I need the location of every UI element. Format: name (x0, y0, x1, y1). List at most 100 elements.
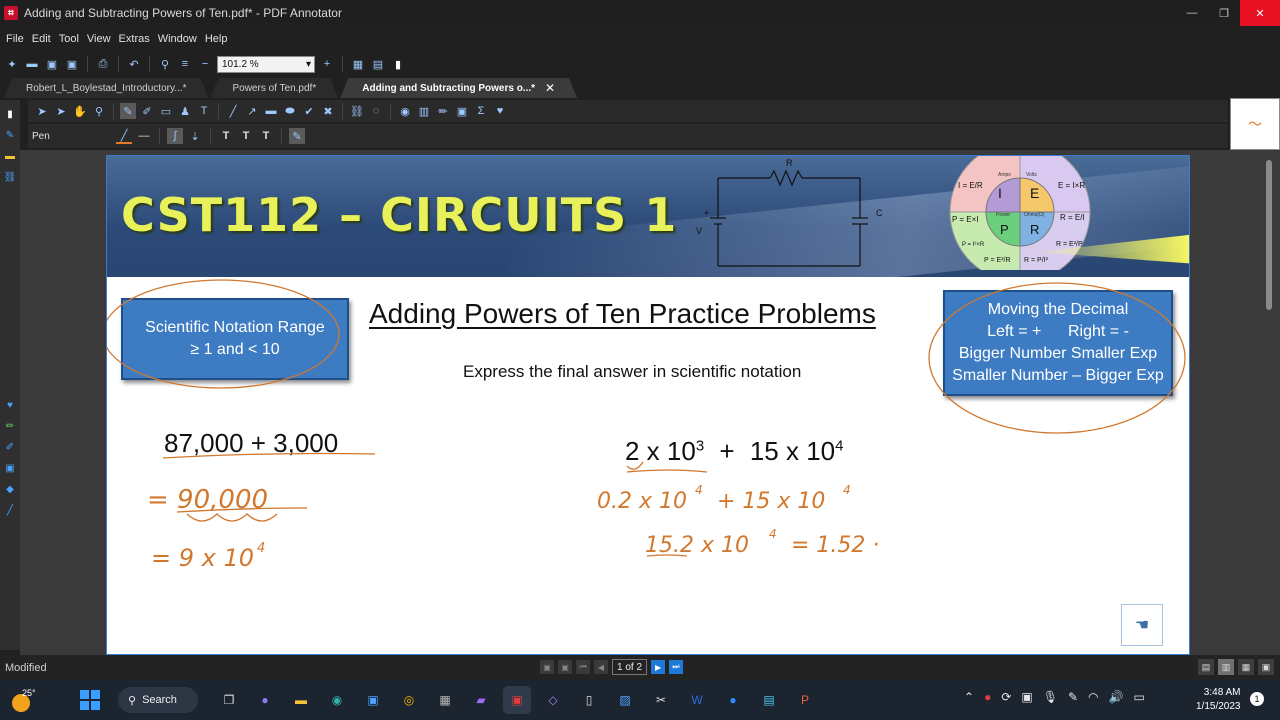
continuous-view-icon[interactable]: ▥ (1218, 659, 1234, 675)
save-as-icon[interactable]: ▣ (64, 56, 80, 72)
tray-sync-icon[interactable]: ⟳ (1001, 690, 1011, 704)
start-button[interactable] (80, 690, 100, 710)
pen-tray-icon[interactable]: ✎ (1068, 690, 1078, 704)
ellipse-tool-icon[interactable]: ⬬ (282, 103, 298, 119)
image-sidebar-icon[interactable]: ▣ (3, 461, 17, 475)
microsoft-store-icon[interactable]: ▣ (359, 686, 387, 714)
italic-style-button[interactable]: T (238, 128, 254, 144)
teams-chat-icon[interactable]: ● (251, 686, 279, 714)
line-sidebar-icon[interactable]: ╱ (3, 503, 17, 517)
pen-sidebar-icon[interactable]: ✎ (3, 128, 17, 142)
text-tool-icon[interactable]: T (196, 103, 212, 119)
save-icon[interactable]: ▣ (44, 56, 60, 72)
chart-app-icon[interactable]: ▨ (611, 686, 639, 714)
smooth-stroke-icon[interactable]: ∫ (167, 128, 183, 144)
link-sidebar-icon[interactable]: ⛓ (3, 170, 17, 184)
word-icon[interactable]: W (683, 686, 711, 714)
tray-chevron-up-icon[interactable]: ⌃ (964, 690, 974, 704)
snipping-tool-icon[interactable]: ✂ (647, 686, 675, 714)
calculator-icon[interactable]: ▦ (431, 686, 459, 714)
weather-widget[interactable]: 25° (10, 686, 50, 714)
select-arrow-icon[interactable]: ➤ (34, 103, 50, 119)
tab-boylestad[interactable]: Robert_L_Boylestad_Introductory...* (4, 78, 208, 98)
highlighter-icon[interactable]: ✐ (139, 103, 155, 119)
fit-width-icon[interactable]: ▤ (370, 56, 386, 72)
shape-sidebar-icon[interactable]: ◆ (3, 482, 17, 496)
camera-icon[interactable]: ◉ (397, 103, 413, 119)
cross-mark-icon[interactable]: ✖ (320, 103, 336, 119)
pen-color-picker[interactable]: ╱ (116, 128, 132, 144)
undo-icon[interactable]: ↶ (126, 56, 142, 72)
pdf-annotator-app-icon[interactable]: ⌗ (4, 6, 18, 20)
vertical-scrollbar[interactable] (1266, 160, 1272, 310)
magnifier-icon[interactable]: ⚲ (91, 103, 107, 119)
zoom-in-icon[interactable]: + (319, 56, 335, 72)
volume-icon[interactable]: 🔊 (1109, 690, 1124, 704)
wifi-icon[interactable]: ◠ (1088, 690, 1098, 704)
menu-file[interactable]: File (2, 33, 28, 45)
menu-edit[interactable]: Edit (28, 33, 55, 45)
tray-camera-icon[interactable]: ▣ (1021, 690, 1032, 704)
ruler-icon[interactable]: ▥ (416, 103, 432, 119)
menu-help[interactable]: Help (201, 33, 232, 45)
page-number-field[interactable]: 1 of 2 (612, 659, 648, 675)
two-page-view-icon[interactable]: ▦ (1238, 659, 1254, 675)
page-view-icon[interactable]: ▣ (540, 660, 554, 674)
print-icon[interactable]: ⎙ (95, 56, 111, 72)
menu-view[interactable]: View (83, 33, 115, 45)
next-page-icon[interactable]: ▶ (651, 660, 666, 674)
chrome-icon[interactable]: ◎ (395, 686, 423, 714)
powerpoint-icon[interactable]: P (791, 686, 819, 714)
previous-page-icon[interactable]: ◀ (594, 660, 608, 674)
eraser-icon[interactable]: ▭ (158, 103, 174, 119)
check-mark-icon[interactable]: ✔ (301, 103, 317, 119)
first-page-icon[interactable]: ⏮ (576, 660, 590, 674)
favorites-heart-icon[interactable]: ♥ (492, 103, 508, 119)
pan-icon[interactable]: ✋ (72, 103, 88, 119)
pen-tool-icon[interactable]: ✎ (120, 103, 136, 119)
lasso-icon[interactable]: ◌ (368, 103, 384, 119)
microphone-icon[interactable]: 🎙 (1043, 690, 1058, 704)
sum-icon[interactable]: Σ (473, 103, 489, 119)
zoom-app-icon[interactable]: ● (719, 686, 747, 714)
battery-icon[interactable]: ▭ (1133, 690, 1144, 704)
link-tool-icon[interactable]: ⛓ (349, 103, 365, 119)
new-document-icon[interactable]: ✦ (4, 56, 20, 72)
notification-badge[interactable]: 1 (1250, 692, 1264, 706)
last-page-icon[interactable]: ⏭ (669, 660, 684, 674)
menu-window[interactable]: Window (154, 33, 201, 45)
pdf-annotator-taskbar-icon[interactable]: ▣ (503, 686, 531, 714)
favorite-pen-icon[interactable]: ✎ (289, 128, 305, 144)
taskbar-search[interactable]: ⚲ Search (118, 687, 198, 713)
blank-page-icon[interactable]: ▮ (390, 56, 406, 72)
restore-button[interactable]: ❐ (1208, 0, 1240, 26)
wifi-analyzer-icon[interactable]: ◇ (539, 686, 567, 714)
fit-page-icon[interactable]: ▦ (350, 56, 366, 72)
single-page-view-icon[interactable]: ▤ (1198, 659, 1214, 675)
bold-style-button[interactable]: T (218, 128, 234, 144)
heart-sidebar-icon[interactable]: ♥ (3, 398, 17, 412)
notepad-icon[interactable]: ▤ (755, 686, 783, 714)
page-icon[interactable]: ▮ (3, 107, 17, 121)
minimize-button[interactable]: — (1176, 0, 1208, 26)
arrow-tool-icon[interactable]: ↗ (244, 103, 260, 119)
edge-browser-icon[interactable]: ◉ (323, 686, 351, 714)
zoom-out-icon[interactable]: − (197, 56, 213, 72)
page-view-icon[interactable]: ▣ (558, 660, 572, 674)
folder-icon[interactable]: ▬ (3, 149, 17, 163)
tray-app-icon[interactable]: ● (984, 690, 991, 704)
menu-extras[interactable]: Extras (115, 33, 154, 45)
insert-image-icon[interactable]: ▣ (454, 103, 470, 119)
rectangle-tool-icon[interactable]: ▬ (263, 103, 279, 119)
pdf-page[interactable]: CST112 – CIRCUITS 1 R V + C I E P R Amps… (106, 155, 1190, 655)
tab-adding-subtracting[interactable]: Adding and Subtracting Powers o...* ✕ (340, 78, 577, 98)
select-text-icon[interactable]: ➤ (53, 103, 69, 119)
close-window-button[interactable]: ✕ (1240, 0, 1280, 26)
menu-tool[interactable]: Tool (55, 33, 83, 45)
layout-icon[interactable]: ≡ (177, 56, 193, 72)
taskbar-clock[interactable]: 3:48 AM 1/15/2023 (1196, 686, 1241, 714)
tab-powers-of-ten[interactable]: Powers of Ten.pdf* (210, 78, 338, 98)
find-icon[interactable]: ⚲ (157, 56, 173, 72)
line-tool-icon[interactable]: ╱ (225, 103, 241, 119)
line-width-picker[interactable]: — (136, 128, 152, 144)
